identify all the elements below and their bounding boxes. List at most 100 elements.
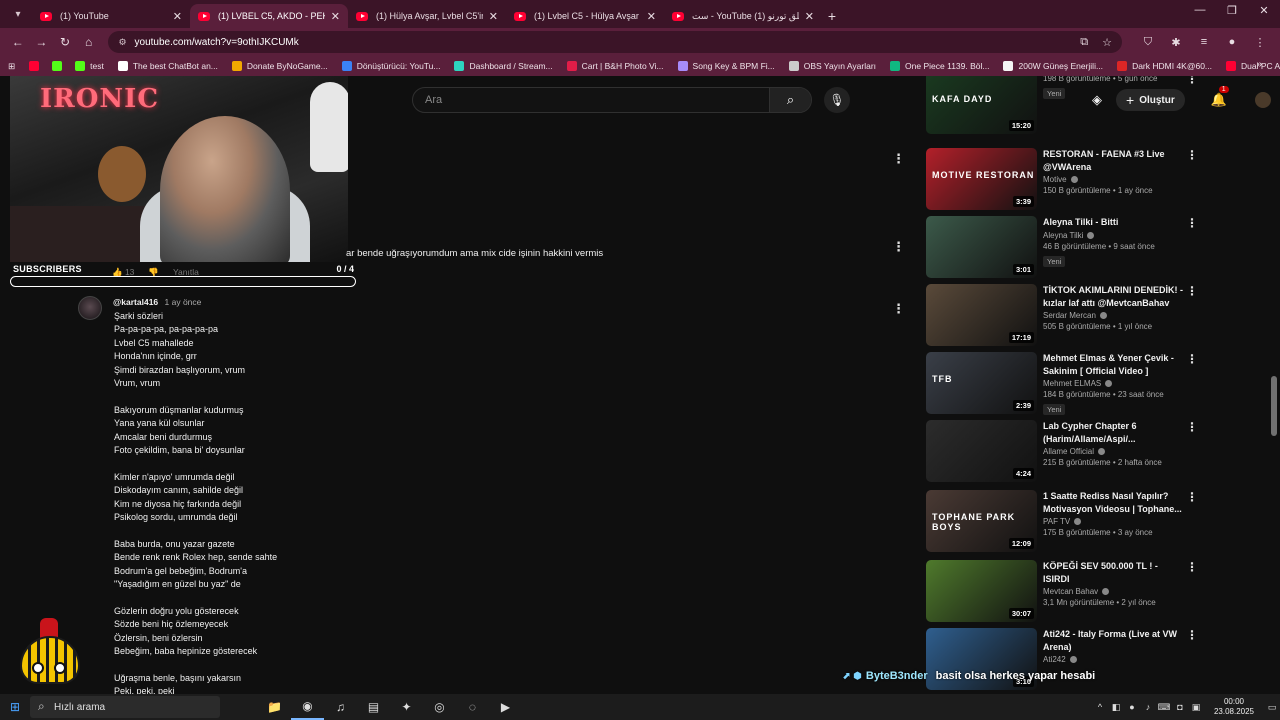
- app-icon[interactable]: ◌: [456, 694, 489, 720]
- bookmark-item[interactable]: [52, 61, 67, 71]
- video-thumbnail[interactable]: 30:07: [926, 560, 1037, 622]
- video-thumbnail[interactable]: 17:19: [926, 284, 1037, 346]
- video-title[interactable]: Lab Cypher Chapter 6 (Harim/Allame/Aspi/…: [1043, 420, 1183, 445]
- video-menu-icon[interactable]: ⋮: [1186, 216, 1198, 230]
- comment-time[interactable]: 1 ay önce: [165, 297, 202, 307]
- video-thumbnail[interactable]: TOPHANE PARK BOYS 12:09: [926, 490, 1037, 552]
- bookmarks-overflow-icon[interactable]: »: [1256, 59, 1262, 70]
- bookmark-item[interactable]: 200W Güneş Enerjili...: [1003, 61, 1103, 71]
- spotify-icon[interactable]: ♫: [324, 694, 357, 720]
- video-menu-icon[interactable]: ⋮: [1186, 560, 1198, 574]
- taskbar-clock[interactable]: 00:00 23.08.2025: [1204, 697, 1264, 717]
- video-title[interactable]: Aleyna Tilki - Bitti: [1043, 216, 1183, 229]
- tray-app-icon[interactable]: ◘: [1172, 702, 1188, 712]
- search-box[interactable]: Ara ⌕: [412, 87, 812, 113]
- recommended-video[interactable]: TOPHANE PARK BOYS 12:09 1 Saatte Rediss Na…: [926, 490, 1206, 554]
- tab-search-icon[interactable]: ▾: [8, 4, 28, 24]
- extensions-icon[interactable]: ✱: [1162, 36, 1190, 49]
- close-tab-icon[interactable]: ✕: [647, 10, 656, 23]
- channel-name[interactable]: Motive: [1043, 175, 1183, 184]
- video-menu-icon[interactable]: ⋮: [1186, 490, 1198, 504]
- recommended-video[interactable]: 17:19 TİKTOK AKIMLARINI DENEDİK! - kızlar…: [926, 284, 1206, 348]
- video-title[interactable]: TİKTOK AKIMLARINI DENEDİK! - kızlar laf …: [1043, 284, 1183, 309]
- chrome-menu-icon[interactable]: ⋮: [1246, 36, 1274, 49]
- forward-icon[interactable]: →: [30, 35, 54, 49]
- language-icon[interactable]: ⌨: [1156, 702, 1172, 713]
- comment-menu-icon[interactable]: ⋮: [892, 152, 905, 165]
- video-thumbnail[interactable]: 4:24: [926, 420, 1037, 482]
- install-app-icon[interactable]: ⧉: [1080, 36, 1088, 49]
- channel-name[interactable]: PAF TV: [1043, 517, 1183, 526]
- recommended-video[interactable]: KAFA DAYD 15:20 198 B görüntüleme • 5 gün …: [926, 76, 1206, 136]
- browser-tab[interactable]: (1) YouTube ✕: [32, 4, 190, 28]
- recommended-video[interactable]: TFB 2:39 Mehmet Elmas & Yener Çevik - Saki…: [926, 352, 1206, 416]
- bookmark-item[interactable]: Donate ByNoGame...: [231, 61, 328, 71]
- channel-name[interactable]: Mehmet ELMAS: [1043, 379, 1183, 388]
- video-thumbnail[interactable]: TFB 2:39: [926, 352, 1037, 414]
- video-menu-icon[interactable]: ⋮: [1186, 148, 1198, 162]
- commenter-handle[interactable]: @kartal416: [113, 297, 158, 307]
- volume-icon[interactable]: ♪: [1140, 702, 1156, 712]
- bookmark-star-icon[interactable]: ☆: [1102, 36, 1112, 49]
- video-menu-icon[interactable]: ⋮: [1186, 628, 1198, 642]
- video-menu-icon[interactable]: ⋮: [1186, 76, 1198, 86]
- channel-name[interactable]: Ati242: [1043, 655, 1183, 664]
- bookmark-item[interactable]: Song Key & BPM Fi...: [677, 61, 775, 71]
- search-input[interactable]: Ara: [413, 94, 769, 106]
- bookmark-item[interactable]: Dashboard / Stream...: [454, 61, 553, 71]
- video-menu-icon[interactable]: ⋮: [1186, 352, 1198, 366]
- app-icon[interactable]: ✦: [390, 694, 423, 720]
- browser-tab[interactable]: ست - YouTube تست قلق تورنو (1) ✕: [664, 4, 822, 28]
- close-window-icon[interactable]: ✕: [1248, 4, 1280, 17]
- search-icon[interactable]: ⌕: [769, 88, 811, 112]
- new-tab-button[interactable]: +: [822, 6, 842, 26]
- bookmark-item[interactable]: [29, 61, 44, 71]
- recommended-video[interactable]: 30:07 KÖPEĞİ SEV 500.000 TL ! - ISIRDI Mev…: [926, 560, 1206, 624]
- account-avatar[interactable]: [1254, 92, 1271, 108]
- voicemeeter-icon[interactable]: ▤: [357, 694, 390, 720]
- address-bar[interactable]: ⚙ youtube.com/watch?v=9othIJKCUMk ⧉ ☆: [108, 31, 1122, 53]
- browser-tab[interactable]: (1) Lvbel C5 - Hülya Avşar : "Kızı ✕: [506, 4, 664, 28]
- video-title[interactable]: KÖPEĞİ SEV 500.000 TL ! - ISIRDI: [1043, 560, 1183, 585]
- video-thumbnail[interactable]: 3:01: [926, 216, 1037, 278]
- chrome-icon[interactable]: ◉: [291, 694, 324, 720]
- video-thumbnail[interactable]: MOTIVE RESTORAN 3:39: [926, 148, 1037, 210]
- minimize-icon[interactable]: —: [1184, 4, 1216, 17]
- channel-name[interactable]: Aleyna Tilki: [1043, 231, 1183, 240]
- video-title[interactable]: RESTORAN - FAENA #3 Live @VWArena: [1043, 148, 1183, 173]
- file-explorer-icon[interactable]: 📁: [258, 694, 291, 720]
- video-thumbnail[interactable]: KAFA DAYD 15:20: [926, 76, 1037, 134]
- bookmark-item[interactable]: The best ChatBot an...: [117, 61, 218, 71]
- bookmark-item[interactable]: Cart | B&H Photo Vi...: [566, 61, 664, 71]
- recommended-video[interactable]: MOTIVE RESTORAN 3:39 RESTORAN - FAENA #3 L…: [926, 148, 1206, 212]
- commenter-avatar[interactable]: [78, 296, 102, 320]
- tray-overflow-icon[interactable]: ^: [1092, 702, 1108, 712]
- channel-name[interactable]: Allame Official: [1043, 447, 1183, 456]
- taskbar-search[interactable]: Hızlı arama: [30, 696, 220, 718]
- bookmark-item[interactable]: Dual PC Audio Setu...: [1226, 61, 1280, 71]
- close-tab-icon[interactable]: ✕: [173, 10, 182, 23]
- restore-icon[interactable]: ❐: [1216, 4, 1248, 17]
- microphone-icon[interactable]: 🎙: [824, 87, 850, 113]
- bookmark-item[interactable]: Dark HDMI 4K@60...: [1117, 61, 1212, 71]
- recommended-video[interactable]: 4:24 Lab Cypher Chapter 6 (Harim/Allame/A…: [926, 420, 1206, 484]
- bookmark-item[interactable]: One Piece 1139. Böl...: [890, 61, 989, 71]
- profile-avatar-icon[interactable]: ●: [1218, 36, 1246, 49]
- site-info-icon[interactable]: ⚙: [118, 37, 126, 48]
- video-menu-icon[interactable]: ⋮: [1186, 420, 1198, 434]
- reload-icon[interactable]: ↻: [53, 35, 77, 49]
- media-player-icon[interactable]: ▶: [489, 694, 522, 720]
- shield-extension-icon[interactable]: ⛉: [1134, 36, 1162, 49]
- close-tab-icon[interactable]: ✕: [489, 10, 498, 23]
- media-controls-icon[interactable]: ≡: [1190, 36, 1218, 49]
- video-title[interactable]: Mehmet Elmas & Yener Çevik - Sakinim [ O…: [1043, 352, 1183, 377]
- channel-name[interactable]: Serdar Mercan: [1043, 311, 1183, 320]
- bookmark-item[interactable]: OBS Yayın Ayarları: [788, 61, 876, 71]
- close-tab-icon[interactable]: ✕: [331, 10, 340, 23]
- comment-menu-icon[interactable]: ⋮: [892, 302, 905, 315]
- network-icon[interactable]: ◧: [1108, 702, 1124, 713]
- browser-tab[interactable]: (1) LVBEL C5, AKDO - PEKİ PEKİ ✕: [190, 4, 348, 28]
- bookmark-item[interactable]: test: [75, 61, 104, 71]
- back-icon[interactable]: ←: [6, 35, 30, 49]
- notifications-bell-icon[interactable]: 🔔 1: [1211, 86, 1229, 108]
